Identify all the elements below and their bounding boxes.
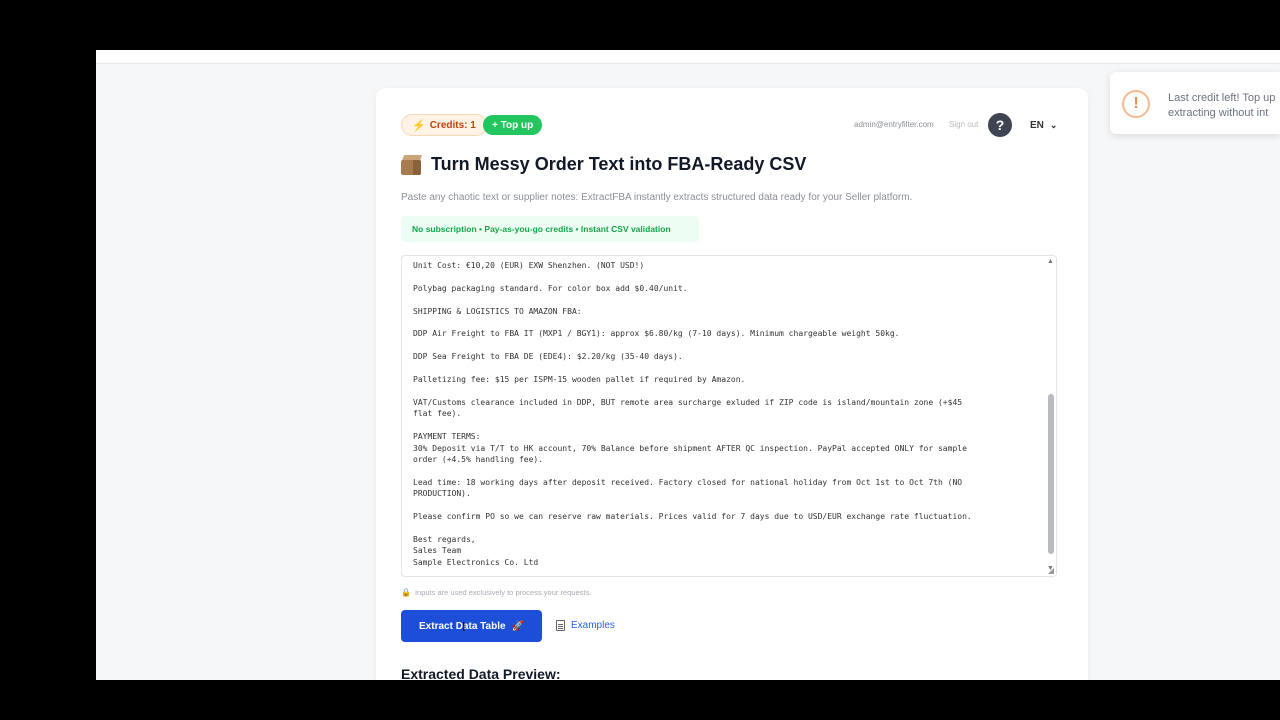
examples-link[interactable]: Examples: [556, 620, 615, 631]
user-email: admin@entryfilter.com: [854, 120, 934, 129]
page-subtitle: Paste any chaotic text or supplier notes…: [401, 192, 913, 203]
page-title: Turn Messy Order Text into FBA-Ready CSV: [401, 154, 806, 175]
language-value: EN: [1030, 119, 1044, 131]
feature-tagline: No subscription • Pay-as-you-go credits …: [401, 216, 699, 242]
browser-top-strip: [96, 50, 1280, 64]
extract-data-button[interactable]: Extract Data Table 🚀: [401, 610, 542, 642]
low-credit-toast[interactable]: ! Last credit left! Top up extracting wi…: [1110, 72, 1280, 134]
help-icon[interactable]: ?: [988, 113, 1012, 137]
scrollbar-thumb[interactable]: [1048, 394, 1054, 554]
app-viewport: ⚡ Credits: 1 + Top up admin@entryfilter.…: [96, 50, 1280, 680]
toast-message: Last credit left! Top up extracting with…: [1168, 91, 1280, 121]
order-text-content: Unit Cost: €10,20 (EUR) EXW Shenzhen. (N…: [413, 261, 972, 567]
textarea-scrollbar[interactable]: ▲ ▼: [1047, 258, 1055, 574]
resize-handle-icon[interactable]: ◢: [1048, 566, 1054, 575]
document-icon: [556, 620, 565, 631]
lock-icon: 🔒: [401, 588, 411, 597]
credits-label: Credits: 1: [429, 119, 476, 131]
examples-label: Examples: [571, 620, 615, 631]
box-icon: [401, 154, 423, 175]
topup-button[interactable]: + Top up: [483, 115, 543, 135]
preview-heading: Extracted Data Preview:: [401, 666, 561, 680]
signout-link[interactable]: Sign out: [949, 120, 978, 129]
mouse-cursor-icon: I: [462, 619, 466, 634]
page-title-text: Turn Messy Order Text into FBA-Ready CSV: [431, 154, 807, 174]
toast-line-1: Last credit left! Top up: [1168, 92, 1276, 104]
scroll-up-icon[interactable]: ▲: [1047, 258, 1054, 265]
toast-line-2: extracting without int: [1168, 107, 1269, 119]
privacy-note: 🔒 Inputs are used exclusively to process…: [401, 588, 591, 597]
order-text-input[interactable]: Unit Cost: €10,20 (EUR) EXW Shenzhen. (N…: [401, 255, 1057, 577]
main-card: ⚡ Credits: 1 + Top up admin@entryfilter.…: [376, 88, 1088, 680]
warning-icon: !: [1122, 90, 1150, 118]
credits-badge: ⚡ Credits: 1: [401, 114, 487, 136]
bolt-icon: ⚡: [412, 119, 426, 132]
chevron-down-icon: ⌄: [1049, 119, 1058, 130]
rocket-icon: 🚀: [511, 620, 524, 632]
language-select[interactable]: EN ⌄: [1022, 114, 1062, 136]
privacy-note-text: Inputs are used exclusively to process y…: [414, 588, 592, 597]
